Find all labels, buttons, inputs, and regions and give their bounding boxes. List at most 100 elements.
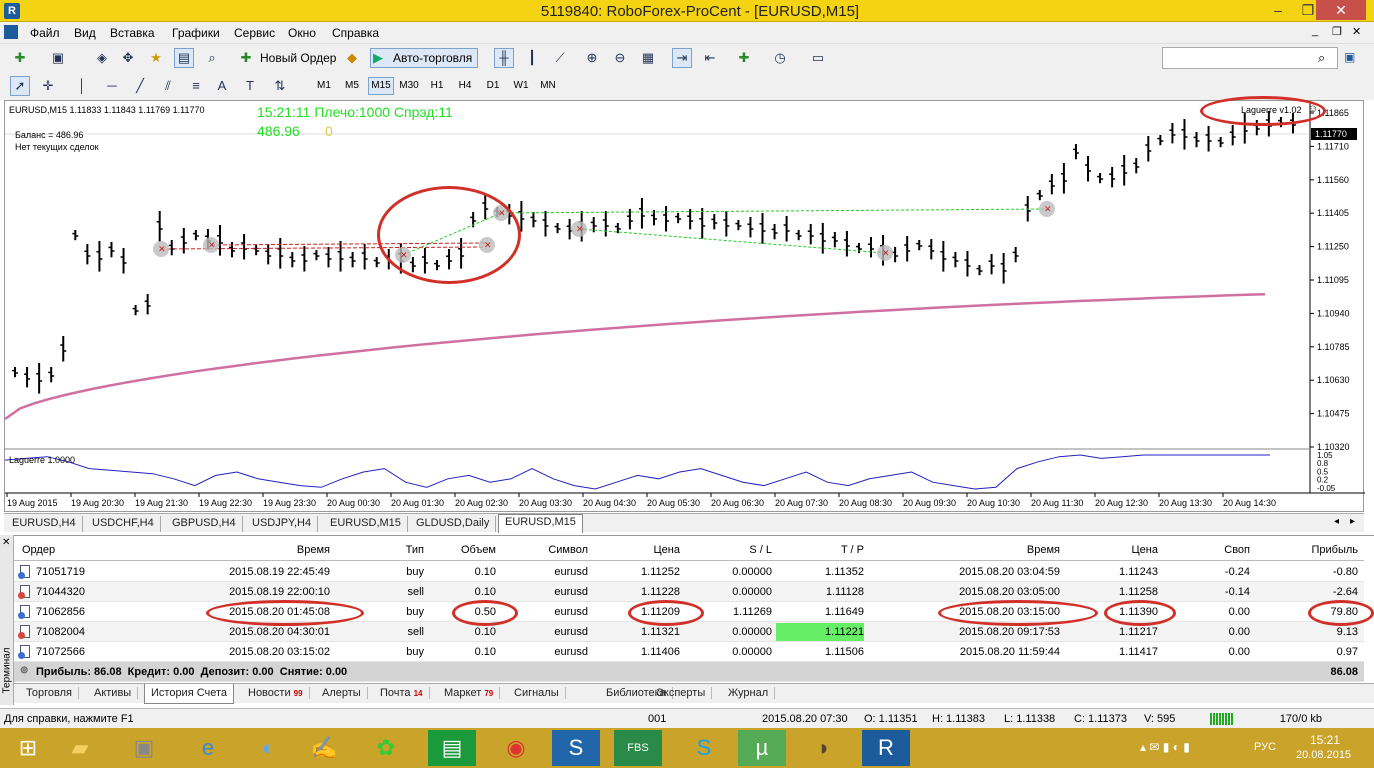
fibo-icon[interactable]: ≡ bbox=[186, 76, 206, 96]
templates-icon[interactable]: ▭ bbox=[808, 48, 828, 68]
terminal-icon[interactable]: ▤ bbox=[174, 48, 194, 68]
metaeditor-icon[interactable]: ◆ bbox=[342, 48, 362, 68]
tf-w1[interactable]: W1 bbox=[510, 77, 532, 95]
skype-icon[interactable]: S bbox=[680, 730, 728, 766]
col-type[interactable]: Тип bbox=[354, 544, 424, 556]
line-chart-icon[interactable]: ⟋ bbox=[550, 48, 570, 68]
menu-insert[interactable]: Вставка bbox=[110, 26, 155, 40]
label-icon[interactable]: T bbox=[240, 76, 260, 96]
tile-windows-icon[interactable]: ▦ bbox=[638, 48, 658, 68]
table-row[interactable]: 71044320 2015.08.19 22:00:10 sell 0.10 eurus… bbox=[14, 582, 1364, 602]
market-watch-icon[interactable]: ◈ bbox=[92, 48, 112, 68]
tf-m5[interactable]: M5 bbox=[340, 77, 364, 95]
chart-tab[interactable]: GLDUSD,Daily bbox=[410, 516, 497, 532]
app-icon-3[interactable]: S bbox=[552, 730, 600, 766]
icq-icon[interactable]: ✿ bbox=[362, 730, 410, 766]
data-window-icon[interactable]: ✥ bbox=[118, 48, 138, 68]
col-profit[interactable]: Прибыль bbox=[1264, 544, 1358, 556]
col-price[interactable]: Цена bbox=[594, 544, 680, 556]
tab-scroll-right-icon[interactable]: ▸ bbox=[1350, 516, 1355, 527]
channel-icon[interactable]: ⫽ bbox=[158, 76, 178, 96]
profiles-icon[interactable]: ▣ bbox=[48, 48, 68, 68]
tab-market[interactable]: Маркет 79 bbox=[438, 687, 501, 699]
mdi-restore-button[interactable]: ❐ bbox=[1332, 25, 1342, 38]
tab-history[interactable]: История Счета bbox=[144, 684, 235, 704]
price-chart[interactable]: 1.118651.117101.115601.114051.112501.110… bbox=[5, 101, 1365, 513]
text-icon[interactable]: A bbox=[212, 76, 232, 96]
col-sl[interactable]: S / L bbox=[684, 544, 772, 556]
col-symbol[interactable]: Символ bbox=[500, 544, 588, 556]
periods-icon[interactable]: ◷ bbox=[770, 48, 790, 68]
autoscroll-icon[interactable]: ⇥ bbox=[672, 48, 692, 68]
app-icon-2[interactable]: ✍ bbox=[300, 730, 348, 766]
mdi-close-button[interactable]: ✕ bbox=[1352, 25, 1361, 38]
tf-h1[interactable]: H1 bbox=[426, 77, 448, 95]
tab-journal[interactable]: Журнал bbox=[722, 687, 776, 699]
zoom-in-icon[interactable]: ⊕ bbox=[582, 48, 602, 68]
mdi-minimize-button[interactable]: _ bbox=[1312, 25, 1318, 37]
utorrent-icon[interactable]: µ bbox=[738, 730, 786, 766]
tab-news[interactable]: Новости 99 bbox=[242, 687, 310, 699]
menu-file[interactable]: Файл bbox=[30, 26, 60, 40]
metatrader-icon[interactable]: R bbox=[862, 730, 910, 766]
windows-start-icon[interactable]: ⊞ bbox=[4, 730, 52, 766]
tf-m1[interactable]: M1 bbox=[312, 77, 336, 95]
col-open-time[interactable]: Время bbox=[164, 544, 330, 556]
col-swap[interactable]: Своп bbox=[1164, 544, 1250, 556]
tester-icon[interactable]: ⌕ bbox=[202, 48, 222, 68]
chart-window[interactable]: 1.11865 1.11710 1.11560 1.11405 1.11250 1.110… bbox=[4, 100, 1365, 513]
menu-tools[interactable]: Сервис bbox=[234, 26, 275, 40]
terminal-close-icon[interactable]: ✕ bbox=[2, 537, 10, 548]
col-close-time[interactable]: Время bbox=[874, 544, 1060, 556]
bar-chart-icon[interactable]: ╫ bbox=[494, 48, 514, 68]
tray-icons[interactable]: ▴ ✉ ▮ ◐ ▮ bbox=[1140, 740, 1190, 754]
chrome-icon[interactable]: ◉ bbox=[492, 730, 540, 766]
fbs-icon[interactable]: FBS bbox=[614, 730, 662, 766]
table-row[interactable]: 71072566 2015.08.20 03:15:02 buy 0.10 eurusd… bbox=[14, 642, 1364, 662]
tab-scroll-left-icon[interactable]: ◂ bbox=[1334, 516, 1339, 527]
tf-mn[interactable]: MN bbox=[536, 77, 560, 95]
tab-trade[interactable]: Торговля bbox=[20, 687, 79, 699]
explorer-icon[interactable]: ▰ bbox=[56, 730, 104, 766]
menu-charts[interactable]: Графики bbox=[172, 26, 220, 40]
col-volume[interactable]: Объем bbox=[428, 544, 496, 556]
menu-help[interactable]: Справка bbox=[332, 26, 379, 40]
tab-mailbox[interactable]: Почта 14 bbox=[374, 687, 430, 699]
chart-tab[interactable]: GBPUSD,H4 bbox=[166, 516, 243, 532]
ie-icon[interactable]: e bbox=[184, 730, 232, 766]
chart-tab[interactable]: USDJPY,H4 bbox=[246, 516, 319, 532]
search-input[interactable] bbox=[1162, 47, 1338, 69]
clock-date[interactable]: 20.08.2015 bbox=[1296, 749, 1351, 761]
col-close-price[interactable]: Цена bbox=[1074, 544, 1158, 556]
autotrading-button[interactable]: Авто-торговля bbox=[393, 51, 472, 65]
zoom-out-icon[interactable]: ⊖ bbox=[610, 48, 630, 68]
new-order-icon[interactable]: ✚ bbox=[236, 48, 256, 68]
tab-signals[interactable]: Сигналы bbox=[508, 687, 566, 699]
tab-experts[interactable]: Эксперты bbox=[650, 687, 713, 699]
chart-tab-active[interactable]: EURUSD,M15 bbox=[498, 514, 583, 533]
indicators-icon[interactable]: ✚ bbox=[734, 48, 754, 68]
app-icon-4[interactable]: ◗ bbox=[800, 730, 848, 766]
chart-tab[interactable]: USDCHF,H4 bbox=[86, 516, 161, 532]
tab-alerts[interactable]: Алерты bbox=[316, 687, 368, 699]
horizontal-line-icon[interactable]: ─ bbox=[102, 76, 122, 96]
table-row[interactable]: 71082004 2015.08.20 04:30:01 sell 0.10 eurus… bbox=[14, 622, 1364, 642]
clock-time[interactable]: 15:21 bbox=[1310, 733, 1340, 747]
trendline-icon[interactable]: ╱ bbox=[130, 76, 150, 96]
arrows-icon[interactable]: ⇅ bbox=[270, 76, 290, 96]
language-indicator[interactable]: РУС bbox=[1254, 741, 1276, 753]
audio-icon[interactable]: ◖ bbox=[242, 730, 290, 766]
chart-tab[interactable]: EURUSD,M15 bbox=[324, 516, 408, 532]
tf-m30[interactable]: M30 bbox=[396, 77, 422, 95]
store-icon[interactable]: ▤ bbox=[428, 730, 476, 766]
candlestick-icon[interactable]: ┃ bbox=[522, 48, 542, 68]
close-button[interactable]: ✕ bbox=[1316, 0, 1366, 20]
col-tp[interactable]: T / P bbox=[776, 544, 864, 556]
chart-shift-icon[interactable]: ⇤ bbox=[700, 48, 720, 68]
new-order-button[interactable]: Новый Ордер bbox=[260, 51, 336, 65]
menu-view[interactable]: Вид bbox=[74, 26, 96, 40]
community-icon[interactable]: ▣ bbox=[1344, 50, 1355, 64]
new-chart-icon[interactable]: ✚ bbox=[10, 48, 30, 68]
tf-d1[interactable]: D1 bbox=[482, 77, 504, 95]
chart-tab[interactable]: EURUSD,H4 bbox=[6, 516, 83, 532]
